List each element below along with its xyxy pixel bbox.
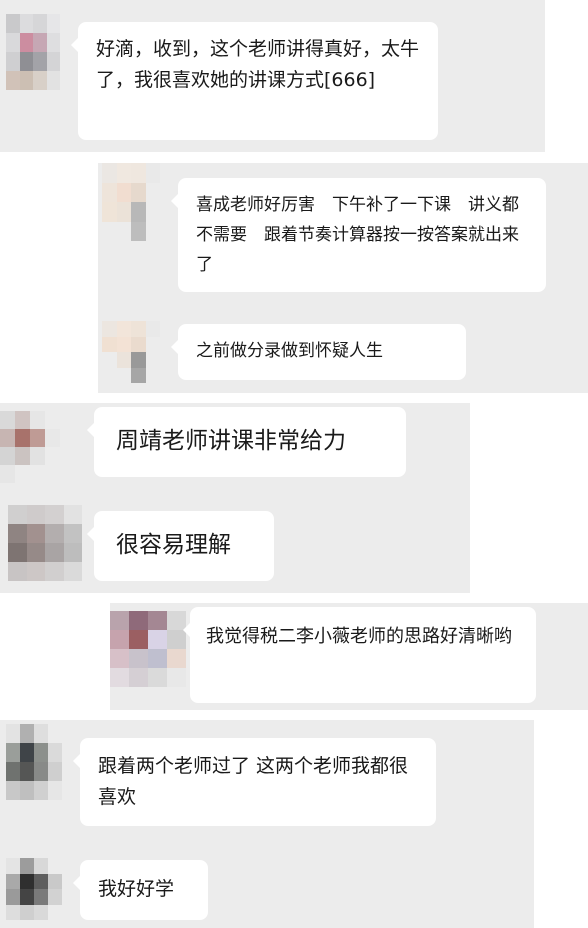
message-text: 好滴，收到，这个老师讲得真好，太牛了，我很喜欢她的讲课方式[666] [96,38,420,91]
avatar[interactable] [8,505,82,581]
chat-panel-1: 好滴，收到，这个老师讲得真好，太牛了，我很喜欢她的讲课方式[666] [0,0,545,152]
chat-panel-2: 喜成老师好厉害 下午补了一下课 讲义都不需要 跟着节奏计算器按一按答案就出来了 … [98,163,588,393]
message-bubble[interactable]: 我好好学 [73,860,208,920]
message-text: 我好好学 [98,878,175,900]
avatar[interactable] [6,14,60,90]
message-bubble[interactable]: 我觉得税二李小薇老师的思路好清晰哟 [183,607,536,703]
avatar[interactable] [6,858,62,920]
message-bubble[interactable]: 之前做分录做到怀疑人生 [171,324,466,380]
message-text: 跟着两个老师过了 这两个老师我都很喜欢 [98,755,409,808]
message-text: 周靖老师讲课非常给力 [116,428,346,454]
message-bubble[interactable]: 周靖老师讲课非常给力 [87,407,406,477]
message-bubble[interactable]: 喜成老师好厉害 下午补了一下课 讲义都不需要 跟着节奏计算器按一按答案就出来了 [171,178,546,292]
chat-panel-3: 周靖老师讲课非常给力 很容易理解 [0,403,470,593]
message-bubble[interactable]: 跟着两个老师过了 这两个老师我都很喜欢 [73,738,436,826]
message-text: 我觉得税二李小薇老师的思路好清晰哟 [206,626,512,647]
chat-panel-5: 跟着两个老师过了 这两个老师我都很喜欢 我好好学 [0,720,534,928]
avatar[interactable] [102,321,160,383]
message-bubble[interactable]: 好滴，收到，这个老师讲得真好，太牛了，我很喜欢她的讲课方式[666] [71,22,438,140]
avatar[interactable] [0,411,60,483]
avatar[interactable] [102,163,160,241]
chat-panel-4: 我觉得税二李小薇老师的思路好清晰哟 [110,603,588,710]
message-text: 很容易理解 [116,532,231,558]
message-bubble[interactable]: 很容易理解 [87,511,274,581]
avatar[interactable] [6,724,62,800]
message-text: 喜成老师好厉害 下午补了一下课 讲义都不需要 跟着节奏计算器按一按答案就出来了 [196,195,519,275]
message-text: 之前做分录做到怀疑人生 [196,341,383,361]
avatar[interactable] [110,611,186,687]
